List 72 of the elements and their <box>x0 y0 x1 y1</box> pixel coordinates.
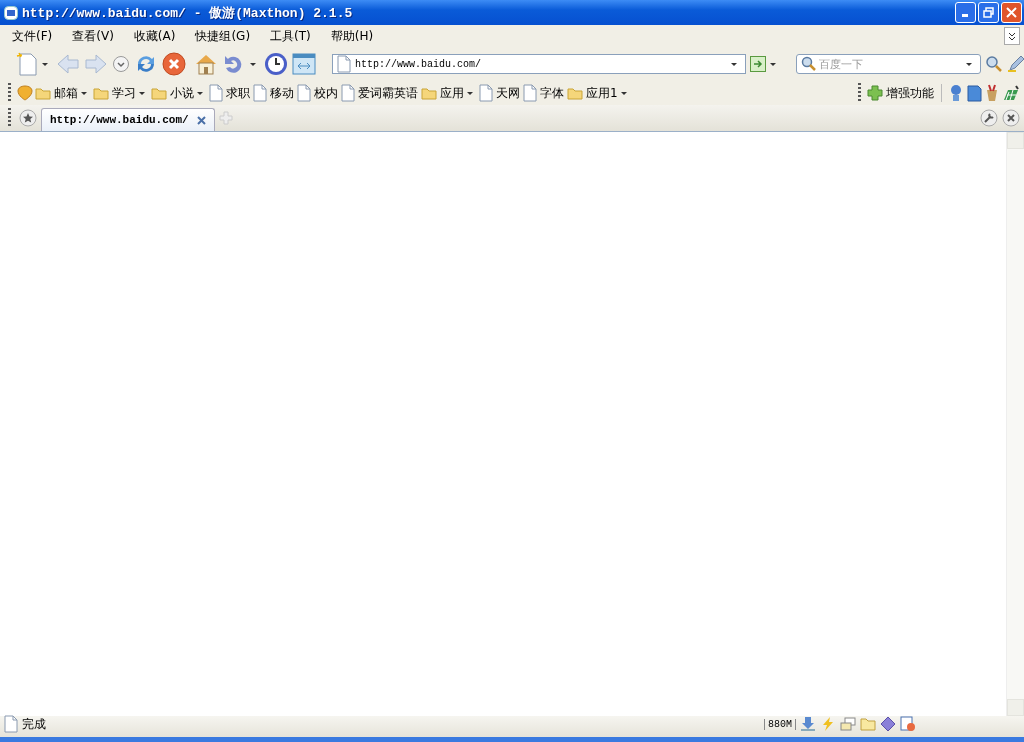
folder-bookmark[interactable]: 应用1 <box>585 84 619 102</box>
folder-icon <box>151 86 167 100</box>
close-icon[interactable] <box>196 115 206 125</box>
folder-icon <box>421 86 437 100</box>
dropdown-caret-icon[interactable] <box>620 91 627 95</box>
page-bookmark[interactable]: 校内 <box>313 84 339 102</box>
pencil-icon[interactable] <box>1007 55 1024 73</box>
address-bar[interactable]: http://www.baidu.com/ <box>332 54 746 74</box>
restore-icon <box>983 7 994 18</box>
search-icon <box>801 56 817 72</box>
dropdown-caret-icon[interactable] <box>42 62 48 66</box>
page-bookmark[interactable]: 天网 <box>495 84 521 102</box>
page-bookmark[interactable]: 移动 <box>269 84 295 102</box>
dropdown-caret-icon[interactable] <box>467 91 473 95</box>
windows-icon[interactable] <box>840 716 856 732</box>
page-icon <box>523 84 537 102</box>
dropdown-caret-icon[interactable] <box>197 91 203 95</box>
download-icon[interactable] <box>800 716 816 732</box>
page-icon <box>253 84 267 102</box>
restore-button[interactable] <box>978 2 999 23</box>
app-icon <box>4 5 18 20</box>
menu-item[interactable]: 收藏(A) <box>129 27 180 45</box>
folder-icon <box>35 86 51 100</box>
dropdown-circle-icon[interactable] <box>112 55 130 73</box>
dropdown-caret-icon[interactable] <box>250 62 256 66</box>
enhance-button[interactable]: 增强功能 <box>885 84 935 102</box>
book-icon[interactable] <box>966 84 982 102</box>
folder-icon <box>93 86 109 100</box>
page-icon <box>479 84 493 102</box>
menu-item[interactable]: 帮助(H) <box>326 27 378 45</box>
page-bookmark[interactable]: 爱词霸英语 <box>357 84 419 102</box>
menu-item[interactable]: 查看(V) <box>68 27 118 45</box>
close-icon <box>1006 7 1017 18</box>
home-icon[interactable] <box>194 52 218 76</box>
search-field[interactable]: 百度一下 <box>819 57 964 71</box>
dropdown-caret-icon[interactable] <box>139 91 145 95</box>
dropdown-caret-icon[interactable] <box>770 62 776 66</box>
wrench-icon[interactable] <box>980 109 998 127</box>
minimize-button[interactable] <box>955 2 976 23</box>
stop-icon[interactable] <box>162 52 186 76</box>
page-icon <box>341 84 355 102</box>
menu-item[interactable]: 文件(F) <box>8 27 57 45</box>
scrollbar[interactable] <box>1006 132 1024 716</box>
chevron-icon[interactable] <box>1004 27 1020 45</box>
page-icon <box>209 84 223 102</box>
folder-bookmark[interactable]: 邮箱 <box>53 84 79 102</box>
page-icon <box>297 84 311 102</box>
window-title: http://www.baidu.com/ - 傲游(Maxthon) 2.1.5 <box>22 4 354 22</box>
status-text: 完成 <box>22 715 47 733</box>
page-bookmark[interactable]: 求职 <box>225 84 251 102</box>
tab[interactable]: http://www.baidu.com/ <box>41 108 215 131</box>
shield-icon[interactable] <box>17 85 33 101</box>
grid-icon[interactable] <box>1002 84 1020 102</box>
page-bookmark[interactable]: 字体 <box>539 84 565 102</box>
menu-item[interactable]: 快捷组(G) <box>191 27 255 45</box>
page-icon <box>337 55 351 73</box>
go-icon[interactable] <box>750 56 766 72</box>
folder-icon <box>567 86 583 100</box>
folder-bookmark[interactable]: 应用 <box>439 84 465 102</box>
folder-bookmark[interactable]: 小说 <box>169 84 195 102</box>
search-icon[interactable] <box>985 55 1003 73</box>
tools-cup-icon[interactable] <box>984 84 1000 102</box>
folder-bookmark[interactable]: 学习 <box>111 84 137 102</box>
address-field[interactable]: http://www.baidu.com/ <box>355 58 727 70</box>
close-button[interactable] <box>1001 2 1022 23</box>
clock-icon[interactable] <box>264 52 288 76</box>
plus-icon[interactable] <box>867 85 883 101</box>
dropdown-caret-icon[interactable] <box>81 91 87 95</box>
menu-item[interactable]: 工具(T) <box>266 27 315 45</box>
search-box[interactable]: 百度一下 <box>796 54 981 74</box>
memory-usage: 880M <box>764 718 796 730</box>
close-circle-icon[interactable] <box>1002 109 1020 127</box>
